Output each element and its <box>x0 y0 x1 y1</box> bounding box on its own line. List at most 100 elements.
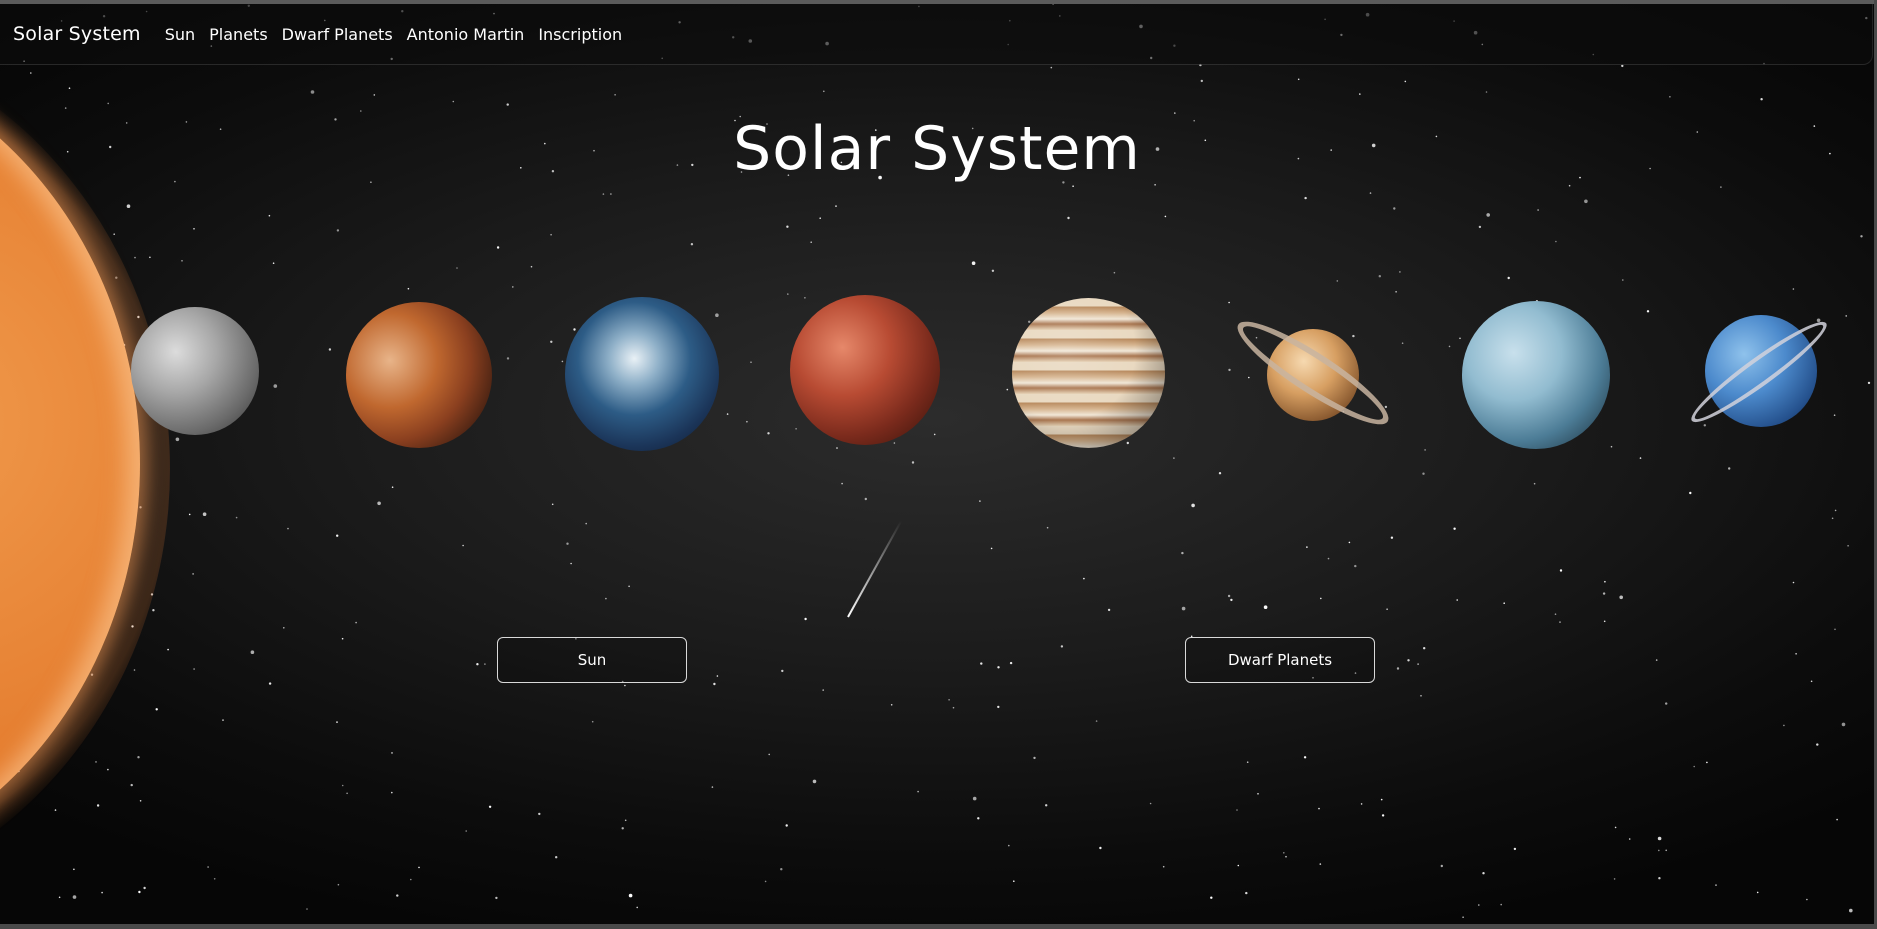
star <box>610 193 612 195</box>
star <box>1306 546 1308 548</box>
star <box>1423 647 1426 650</box>
nav-link-antonio-martin[interactable]: Antonio Martin <box>407 25 525 44</box>
star <box>1072 185 1074 187</box>
planet-jupiter-image[interactable] <box>1012 298 1165 448</box>
star <box>1050 66 1053 69</box>
star <box>68 87 71 89</box>
star <box>1715 884 1717 886</box>
star <box>948 699 950 701</box>
star <box>1806 898 1808 901</box>
star <box>1013 880 1015 882</box>
star <box>101 891 103 894</box>
star <box>1628 838 1631 840</box>
star <box>713 682 716 686</box>
star <box>462 544 464 547</box>
star <box>952 706 955 709</box>
star <box>1164 215 1167 218</box>
star <box>495 896 498 900</box>
star <box>1867 381 1871 385</box>
star <box>155 708 158 711</box>
star <box>628 585 630 588</box>
star <box>621 827 624 830</box>
star <box>1841 722 1846 727</box>
star <box>167 648 169 651</box>
star <box>1257 793 1259 795</box>
star <box>1693 765 1695 768</box>
star <box>1162 865 1165 868</box>
star <box>573 328 576 331</box>
star <box>1407 659 1410 662</box>
star <box>726 413 729 415</box>
star <box>1584 199 1588 204</box>
star <box>1033 756 1036 760</box>
star <box>1095 720 1098 722</box>
planet-uranus-image[interactable] <box>1683 304 1835 444</box>
star <box>456 267 458 269</box>
star <box>1440 864 1444 868</box>
star <box>193 228 195 230</box>
page-title: Solar System <box>733 114 1141 184</box>
star <box>213 878 216 880</box>
star <box>1359 93 1361 95</box>
star <box>1860 235 1863 238</box>
star <box>1378 275 1382 278</box>
nav-link-sun[interactable]: Sun <box>165 25 195 44</box>
star <box>1533 482 1536 485</box>
planet-mercury-image[interactable] <box>131 307 259 435</box>
planet-neptune-image[interactable] <box>1462 301 1610 449</box>
planet-saturn-image[interactable] <box>1227 307 1399 439</box>
nav-link-inscription[interactable]: Inscription <box>538 25 622 44</box>
star <box>711 786 714 788</box>
star <box>58 896 61 899</box>
star <box>750 361 752 364</box>
star <box>1006 388 1009 391</box>
star <box>488 805 492 808</box>
star <box>1537 209 1539 211</box>
star <box>1348 541 1351 544</box>
star <box>1621 64 1624 68</box>
star <box>1285 855 1287 858</box>
star <box>1200 79 1204 83</box>
star <box>1486 213 1490 217</box>
star <box>1191 503 1195 508</box>
sun-button[interactable]: Sun <box>497 637 687 683</box>
star <box>1836 818 1838 821</box>
star <box>1263 605 1268 609</box>
star <box>555 856 558 859</box>
star <box>391 486 394 489</box>
star <box>138 890 141 894</box>
star <box>310 90 315 94</box>
star <box>1245 891 1248 895</box>
star <box>746 420 748 423</box>
star <box>1320 597 1322 600</box>
star <box>1424 449 1426 451</box>
star <box>268 682 272 685</box>
star <box>506 103 509 106</box>
planet-earth-image[interactable] <box>565 297 719 451</box>
planet-mars-image[interactable] <box>790 295 940 445</box>
star <box>1154 184 1156 186</box>
star <box>1831 517 1834 520</box>
star <box>624 819 627 822</box>
star <box>1665 702 1668 705</box>
star <box>1456 599 1458 601</box>
star <box>980 662 983 665</box>
planet-venus-image[interactable] <box>346 302 492 448</box>
brand-link[interactable]: Solar System <box>13 23 141 45</box>
star <box>1795 653 1797 655</box>
star <box>73 868 75 871</box>
star <box>1604 580 1606 583</box>
star <box>377 501 381 506</box>
star <box>410 878 412 881</box>
star <box>1792 288 1795 290</box>
nav-link-planets[interactable]: Planets <box>209 25 268 44</box>
nav-link-dwarf-planets[interactable]: Dwarf Planets <box>282 25 393 44</box>
star <box>1783 724 1785 727</box>
dwarf-planets-button[interactable]: Dwarf Planets <box>1185 637 1375 683</box>
star <box>355 621 357 624</box>
star <box>476 663 479 666</box>
star <box>273 384 278 388</box>
star <box>407 287 410 290</box>
star <box>628 893 633 898</box>
star <box>890 704 893 706</box>
